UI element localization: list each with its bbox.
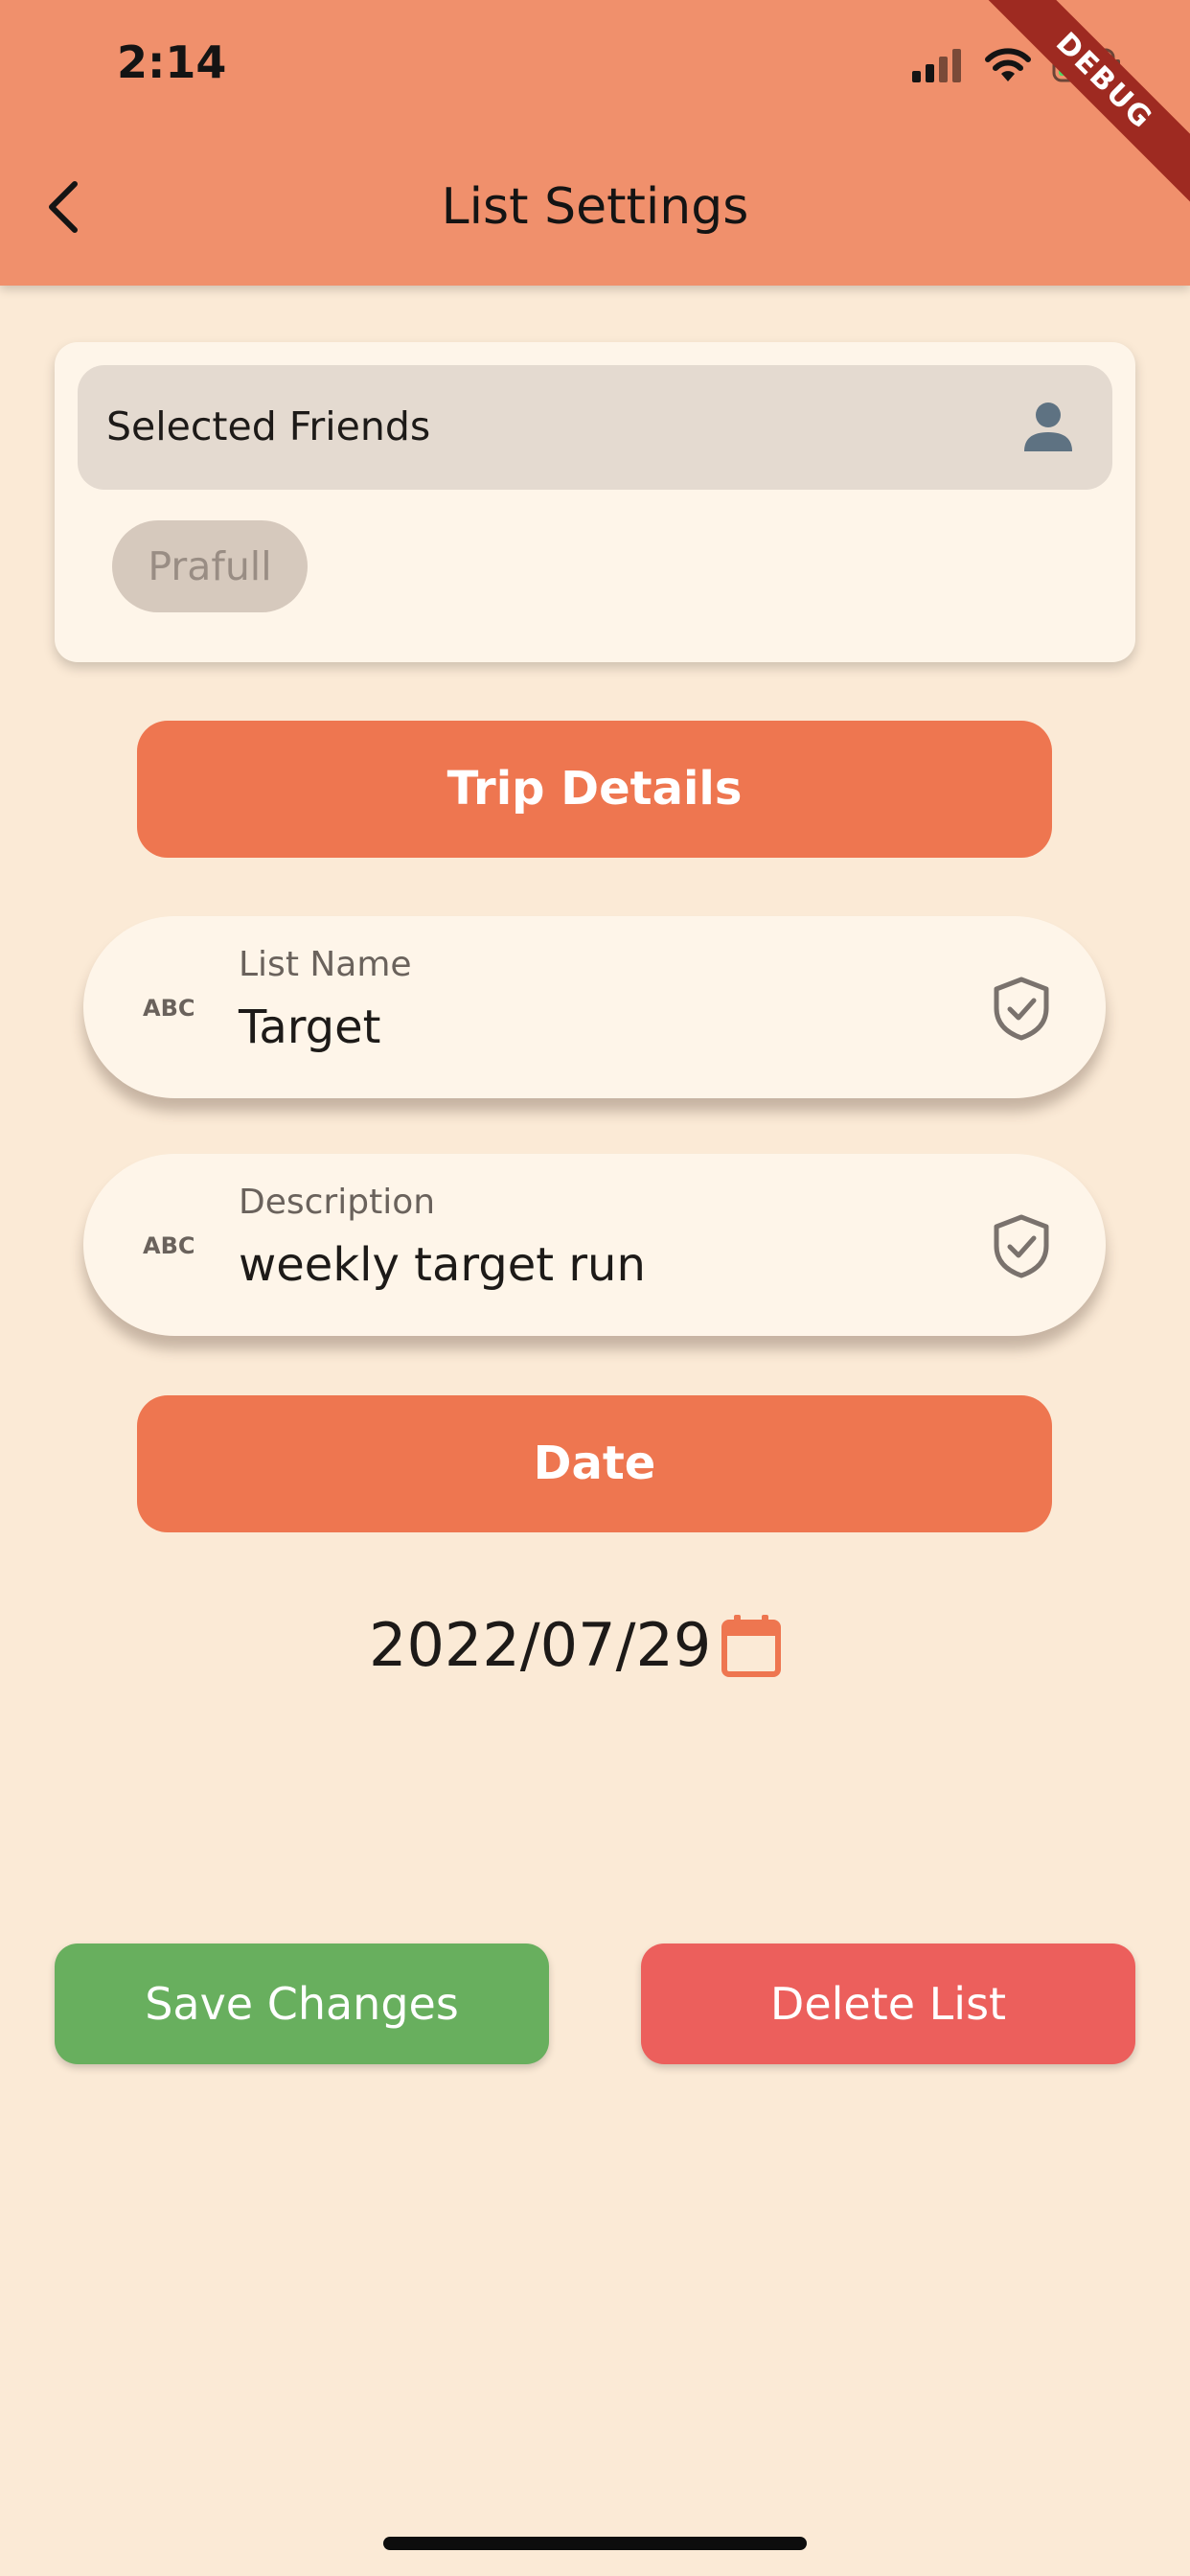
home-indicator[interactable]	[383, 2537, 807, 2550]
person-icon[interactable]	[1020, 400, 1076, 455]
selected-date: 2022/07/29	[369, 1610, 712, 1680]
selected-friends-label: Selected Friends	[106, 403, 431, 449]
svg-text:ABC: ABC	[143, 995, 195, 1022]
shield-check-icon	[994, 1214, 1049, 1278]
selected-friends-card: Selected Friends Prafull	[55, 342, 1135, 662]
status-time: 2:14	[117, 36, 227, 88]
wifi-icon	[985, 48, 1031, 81]
save-changes-button[interactable]: Save Changes	[55, 1944, 549, 2064]
svg-text:ABC: ABC	[143, 1232, 195, 1259]
selected-friends-field[interactable]: Selected Friends	[78, 365, 1112, 490]
description-field[interactable]: ABC Description weekly target run	[83, 1154, 1106, 1336]
page-title: List Settings	[441, 178, 749, 236]
abc-icon: ABC	[143, 1232, 195, 1259]
app-bar: 2:14 List Settings	[0, 0, 1190, 286]
abc-icon: ABC	[143, 995, 195, 1022]
list-name-value[interactable]: Target	[239, 1000, 381, 1054]
list-name-field[interactable]: ABC List Name Target	[83, 916, 1106, 1098]
date-button[interactable]: Date	[137, 1395, 1052, 1532]
description-value[interactable]: weekly target run	[239, 1238, 646, 1292]
calendar-icon[interactable]	[721, 1613, 782, 1678]
list-name-label: List Name	[239, 945, 412, 984]
description-label: Description	[239, 1183, 436, 1222]
signal-icon	[912, 49, 961, 82]
delete-list-button[interactable]: Delete List	[641, 1944, 1135, 2064]
friend-chip[interactable]: Prafull	[112, 520, 308, 612]
trip-details-button[interactable]: Trip Details	[137, 721, 1052, 858]
shield-check-icon	[994, 977, 1049, 1041]
